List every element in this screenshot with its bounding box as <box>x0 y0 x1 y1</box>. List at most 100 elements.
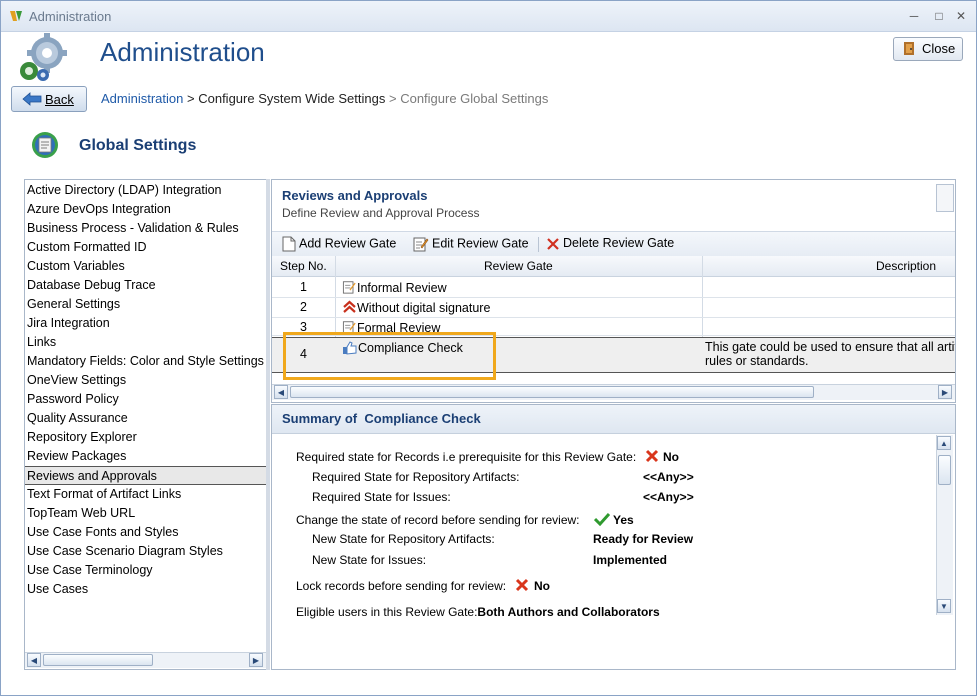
scroll-up-icon[interactable]: ▲ <box>937 436 951 450</box>
settings-list-item-selected[interactable]: Reviews and Approvals <box>25 466 266 485</box>
description-line: rules or standards. <box>705 354 809 368</box>
review-gate-toolbar: Add Review Gate Edit Review Gate Delete … <box>272 231 955 256</box>
new-document-icon <box>282 236 296 252</box>
scroll-thumb[interactable] <box>43 654 153 666</box>
settings-list-item[interactable]: Custom Formatted ID <box>25 238 266 257</box>
yes-check-icon <box>594 512 610 526</box>
change-state-value: Yes <box>613 513 634 527</box>
settings-list-item[interactable]: Use Case Terminology <box>25 561 266 580</box>
delete-review-gate-button[interactable]: Delete Review Gate <box>546 236 674 251</box>
eligible-users-label: Eligible users in this Review Gate:Both … <box>296 605 660 619</box>
reviews-header: Reviews and Approvals Define Review and … <box>272 180 955 228</box>
settings-list-item[interactable]: TopTeam Web URL <box>25 504 266 523</box>
settings-list-item[interactable]: Use Cases <box>25 580 266 599</box>
table-row[interactable]: 2 Without digital signature <box>272 297 955 318</box>
lock-value: No <box>534 579 550 593</box>
double-chevron-up-icon <box>343 300 356 313</box>
edit-review-gate-button[interactable]: Edit Review Gate <box>413 236 529 252</box>
gate-name: Without digital signature <box>357 301 491 315</box>
settings-list-item[interactable]: Database Debug Trace <box>25 276 266 295</box>
scroll-left-icon[interactable]: ◀ <box>274 385 288 399</box>
scroll-thumb[interactable] <box>290 386 814 398</box>
column-header-gate[interactable]: Review Gate <box>484 259 553 273</box>
settings-list: Active Directory (LDAP) Integration Azur… <box>24 179 267 670</box>
summary-header: Summary of Compliance Check <box>272 405 955 434</box>
review-gate-grid-header: Step No. Review Gate Description <box>272 256 955 277</box>
pane-splitter[interactable] <box>266 179 270 670</box>
app-logo-icon <box>10 11 22 21</box>
breadcrumb-current: Configure Global Settings <box>400 91 549 106</box>
settings-list-item[interactable]: Links <box>25 333 266 352</box>
back-button[interactable]: Back <box>11 86 87 112</box>
grid-hscrollbar[interactable]: ◀ ▶ <box>272 384 955 400</box>
close-button[interactable]: Close <box>893 37 963 61</box>
settings-list-item[interactable]: Password Policy <box>25 390 266 409</box>
delete-review-gate-label: Delete Review Gate <box>563 236 675 250</box>
breadcrumb-separator: > <box>388 91 397 106</box>
reviews-subtitle: Define Review and Approval Process <box>282 206 480 220</box>
administration-window: Administration ─ □ ✕ Administration Clos… <box>0 0 977 696</box>
no-x-icon <box>645 449 659 463</box>
description-line: This gate could be used to ensure that a… <box>705 340 956 354</box>
new-issues-value: Implemented <box>593 553 668 567</box>
title-bar: Administration ─ □ ✕ <box>1 1 976 32</box>
settings-list-item[interactable]: Text Format of Artifact Links <box>25 485 266 504</box>
settings-list-item[interactable]: OneView Settings <box>25 371 266 390</box>
required-state-value: No <box>663 450 679 464</box>
global-settings-icon <box>32 132 58 158</box>
settings-list-item[interactable]: Use Case Fonts and Styles <box>25 523 266 542</box>
header: Administration Close Back Administration… <box>1 32 976 120</box>
back-arrow-icon <box>22 92 42 106</box>
req-issues-value: <<Any>> <box>643 490 694 504</box>
delete-x-icon <box>547 237 559 250</box>
scroll-thumb[interactable] <box>938 455 951 485</box>
settings-list-item[interactable]: Mandatory Fields: Color and Style Settin… <box>25 352 266 371</box>
settings-list-item[interactable]: General Settings <box>25 295 266 314</box>
no-x-icon <box>515 578 529 592</box>
table-row[interactable]: 1 Informal Review <box>272 277 955 298</box>
breadcrumb-separator: > <box>187 91 195 106</box>
breadcrumb: Administration > Configure System Wide S… <box>101 91 548 106</box>
minimize-icon[interactable]: ─ <box>906 8 922 24</box>
settings-list-item[interactable]: Use Case Scenario Diagram Styles <box>25 542 266 561</box>
settings-list-item[interactable]: Business Process - Validation & Rules <box>25 219 266 238</box>
breadcrumb-system-settings[interactable]: Configure System Wide Settings <box>198 91 385 106</box>
add-review-gate-button[interactable]: Add Review Gate <box>282 236 396 252</box>
eligible-label: Eligible users in this Review Gate: <box>296 605 478 619</box>
change-state-label: Change the state of record before sendin… <box>296 513 580 527</box>
req-issues-label: Required State for Issues: <box>312 490 451 504</box>
maximize-icon[interactable]: □ <box>931 8 947 24</box>
settings-list-hscrollbar[interactable]: ◀ ▶ <box>25 652 266 668</box>
new-issues-label: New State for Issues: <box>312 553 427 567</box>
reviews-title: Reviews and Approvals <box>282 188 428 203</box>
back-button-label: Back <box>45 92 74 107</box>
scroll-right-icon[interactable]: ▶ <box>249 653 263 667</box>
column-header-description[interactable]: Description <box>876 259 936 273</box>
close-window-icon[interactable]: ✕ <box>953 8 969 24</box>
column-header-step[interactable]: Step No. <box>280 259 327 273</box>
toolbar-divider <box>538 237 539 252</box>
settings-list-item[interactable]: Active Directory (LDAP) Integration <box>25 181 266 200</box>
breadcrumb-administration[interactable]: Administration <box>101 91 183 106</box>
settings-list-item[interactable]: Quality Assurance <box>25 409 266 428</box>
reviews-header-scrollbar[interactable] <box>936 184 954 212</box>
summary-title: Summary of Compliance Check <box>282 411 481 426</box>
settings-list-item[interactable]: Custom Variables <box>25 257 266 276</box>
summary-vscrollbar[interactable]: ▲ ▼ <box>936 435 953 615</box>
close-button-label: Close <box>922 41 956 56</box>
settings-list-item[interactable]: Repository Explorer <box>25 428 266 447</box>
scroll-down-icon[interactable]: ▼ <box>937 599 951 613</box>
edit-note-icon <box>413 237 429 252</box>
new-artifacts-label: New State for Repository Artifacts: <box>312 532 495 546</box>
settings-list-item[interactable]: Azure DevOps Integration <box>25 200 266 219</box>
edit-review-gate-label: Edit Review Gate <box>432 236 529 251</box>
required-state-label: Required state for Records i.e prerequis… <box>296 450 637 464</box>
scroll-right-icon[interactable]: ▶ <box>938 385 952 399</box>
scroll-left-icon[interactable]: ◀ <box>27 653 41 667</box>
settings-list-item[interactable]: Review Packages <box>25 447 266 466</box>
settings-list-item[interactable]: Jira Integration <box>25 314 266 333</box>
selection-highlight-box <box>283 332 496 380</box>
gate-name: Informal Review <box>357 281 447 295</box>
req-artifacts-label: Required State for Repository Artifacts: <box>312 470 520 484</box>
req-artifacts-value: <<Any>> <box>643 470 694 484</box>
